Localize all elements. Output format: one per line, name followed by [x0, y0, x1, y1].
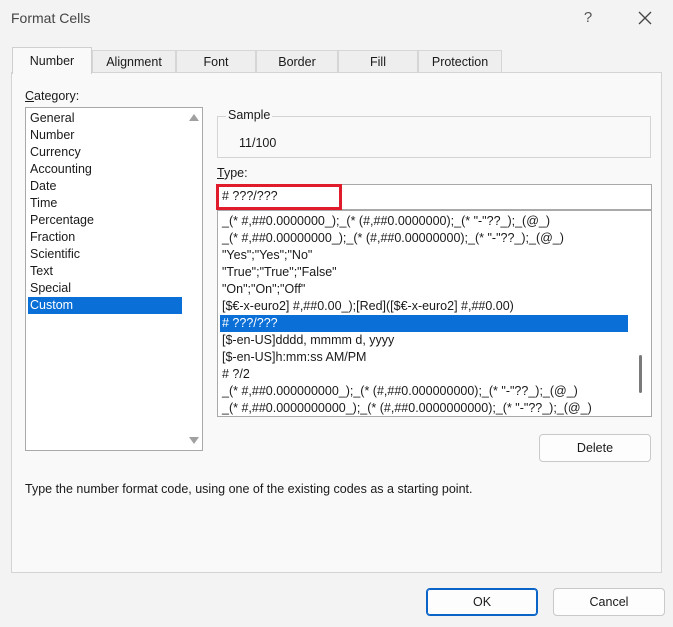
category-list-item[interactable]: Number	[28, 127, 182, 144]
category-scrollbar[interactable]	[185, 108, 202, 450]
category-list-item[interactable]: General	[28, 110, 182, 127]
ok-button[interactable]: OK	[426, 588, 538, 616]
type-list-item[interactable]: _(* #,##0.00000000_);_(* (#,##0.00000000…	[220, 230, 628, 247]
type-list-item[interactable]: # ???/???	[220, 315, 628, 332]
type-list-item[interactable]: "On";"On";"Off"	[220, 281, 628, 298]
delete-button[interactable]: Delete	[539, 434, 651, 462]
help-button[interactable]: ?	[576, 6, 600, 30]
category-label: Category:	[25, 89, 80, 103]
category-list-item[interactable]: Percentage	[28, 212, 182, 229]
category-list-item[interactable]: Time	[28, 195, 182, 212]
sample-group: Sample 11/100	[217, 108, 651, 158]
category-list-item[interactable]: Custom	[28, 297, 182, 314]
tab-border[interactable]: Border	[256, 50, 338, 73]
category-list-item[interactable]: Currency	[28, 144, 182, 161]
sample-label: Sample	[226, 108, 273, 122]
type-list-item[interactable]: _(* #,##0.000000000_);_(* (#,##0.0000000…	[220, 383, 628, 400]
category-list-item[interactable]: Date	[28, 178, 182, 195]
type-list-item[interactable]: _(* #,##0.0000000_);_(* (#,##0.0000000);…	[220, 213, 628, 230]
type-list-item[interactable]: [$€-x-euro2] #,##0.00_);[Red]([$€-x-euro…	[220, 298, 628, 315]
type-format-list[interactable]: _(* #,##0.0000000_);_(* (#,##0.0000000);…	[217, 210, 652, 417]
category-list-item[interactable]: Accounting	[28, 161, 182, 178]
scroll-down-arrow-icon[interactable]	[189, 437, 199, 444]
tab-number[interactable]: Number	[12, 47, 92, 74]
title-bar: Format Cells ?	[0, 0, 673, 38]
hint-text: Type the number format code, using one o…	[25, 482, 473, 496]
number-tab-panel: Category: General Number Currency Accountin…	[11, 72, 662, 573]
category-list[interactable]: General Number Currency Accounting Date Time P…	[25, 107, 203, 451]
scroll-thumb[interactable]	[639, 355, 642, 393]
tab-font[interactable]: Font	[176, 50, 256, 73]
close-icon	[638, 11, 652, 25]
close-button[interactable]	[630, 5, 660, 31]
category-list-item[interactable]: Special	[28, 280, 182, 297]
tab-fill[interactable]: Fill	[338, 50, 418, 73]
type-list-item[interactable]: "Yes";"Yes";"No"	[220, 247, 628, 264]
delete-button-label: Delete	[576, 441, 614, 455]
category-list-item[interactable]: Fraction	[28, 229, 182, 246]
type-list-item[interactable]: "True";"True";"False"	[220, 264, 628, 281]
scroll-up-arrow-icon[interactable]	[189, 114, 199, 121]
type-label: Type:	[217, 166, 248, 180]
cancel-button[interactable]: Cancel	[553, 588, 665, 616]
type-list-item[interactable]: _(* #,##0.0000000000_);_(* (#,##0.000000…	[220, 400, 628, 416]
type-list-item[interactable]: [$-en-US]h:mm:ss AM/PM	[220, 349, 628, 366]
type-list-scrollbar[interactable]	[630, 211, 651, 416]
window-title: Format Cells	[11, 10, 91, 26]
tab-alignment[interactable]: Alignment	[92, 50, 176, 73]
category-list-item[interactable]: Scientific	[28, 246, 182, 263]
category-list-item[interactable]: Text	[28, 263, 182, 280]
type-input[interactable]: # ???/???	[217, 184, 652, 210]
type-list-item[interactable]: [$-en-US]dddd, mmmm d, yyyy	[220, 332, 628, 349]
sample-value: 11/100	[239, 136, 277, 150]
tab-protection[interactable]: Protection	[418, 50, 502, 73]
type-list-item[interactable]: # ?/2	[220, 366, 628, 383]
